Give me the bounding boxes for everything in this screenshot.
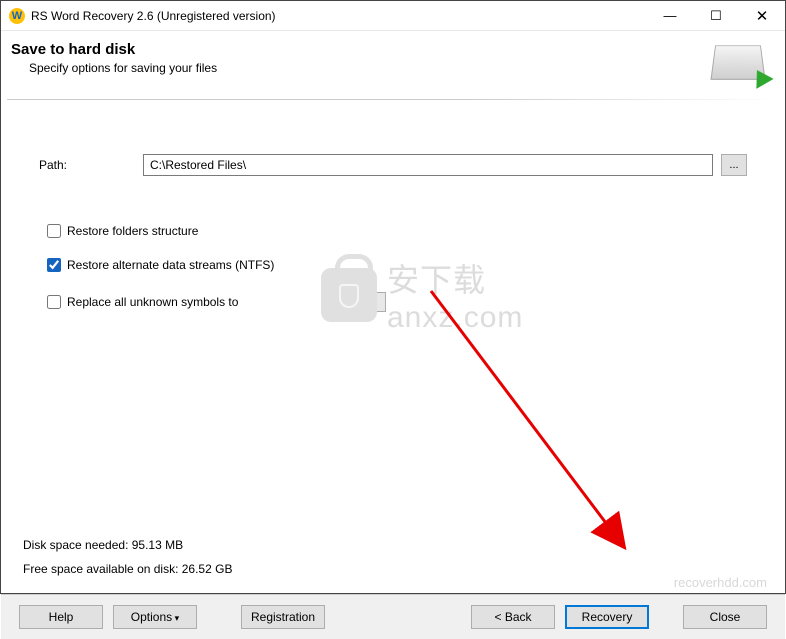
back-button[interactable]: < Back [471, 605, 555, 629]
window-controls: — ☐ ✕ [647, 1, 785, 30]
disk-needed-label: Disk space needed: 95.13 MB [23, 538, 232, 552]
watermark-url: recoverhdd.com [674, 575, 767, 590]
page-subtitle: Specify options for saving your files [11, 61, 713, 75]
window-title: RS Word Recovery 2.6 (Unregistered versi… [31, 9, 647, 23]
titlebar: W RS Word Recovery 2.6 (Unregistered ver… [1, 1, 785, 31]
recovery-button[interactable]: Recovery [565, 605, 649, 629]
maximize-button[interactable]: ☐ [693, 1, 739, 30]
close-button[interactable]: ✕ [739, 1, 785, 30]
path-row: Path: ... [39, 154, 747, 176]
app-icon: W [9, 8, 25, 24]
minimize-button[interactable]: — [647, 1, 693, 30]
restore-ads-checkbox[interactable] [47, 258, 61, 272]
close-wizard-button[interactable]: Close [683, 605, 767, 629]
options-group: Restore folders structure Restore altern… [47, 224, 747, 312]
registration-button[interactable]: Registration [241, 605, 325, 629]
replace-unknown-row[interactable]: Replace all unknown symbols to [47, 292, 747, 312]
path-input[interactable] [143, 154, 713, 176]
replace-unknown-label: Replace all unknown symbols to [67, 295, 238, 309]
page-title: Save to hard disk [11, 41, 713, 58]
replace-unknown-checkbox[interactable] [47, 295, 61, 309]
wizard-header: Save to hard disk Specify options for sa… [1, 31, 785, 99]
path-label: Path: [39, 158, 135, 172]
restore-folders-row[interactable]: Restore folders structure [47, 224, 747, 238]
restore-ads-row[interactable]: Restore alternate data streams (NTFS) [47, 258, 747, 272]
restore-folders-label: Restore folders structure [67, 224, 198, 238]
browse-button[interactable]: ... [721, 154, 747, 176]
replace-unknown-input [364, 292, 386, 312]
help-button[interactable]: Help [19, 605, 103, 629]
free-space-label: Free space available on disk: 26.52 GB [23, 562, 232, 576]
disk-info: Disk space needed: 95.13 MB Free space a… [23, 538, 232, 586]
wizard-footer: Help Options Registration < Back Recover… [1, 594, 785, 639]
separator [7, 99, 779, 100]
options-button[interactable]: Options [113, 605, 197, 629]
restore-ads-label: Restore alternate data streams (NTFS) [67, 258, 274, 272]
restore-folders-checkbox[interactable] [47, 224, 61, 238]
hard-disk-icon [713, 41, 767, 85]
content-area: Path: ... Restore folders structure Rest… [1, 154, 785, 594]
